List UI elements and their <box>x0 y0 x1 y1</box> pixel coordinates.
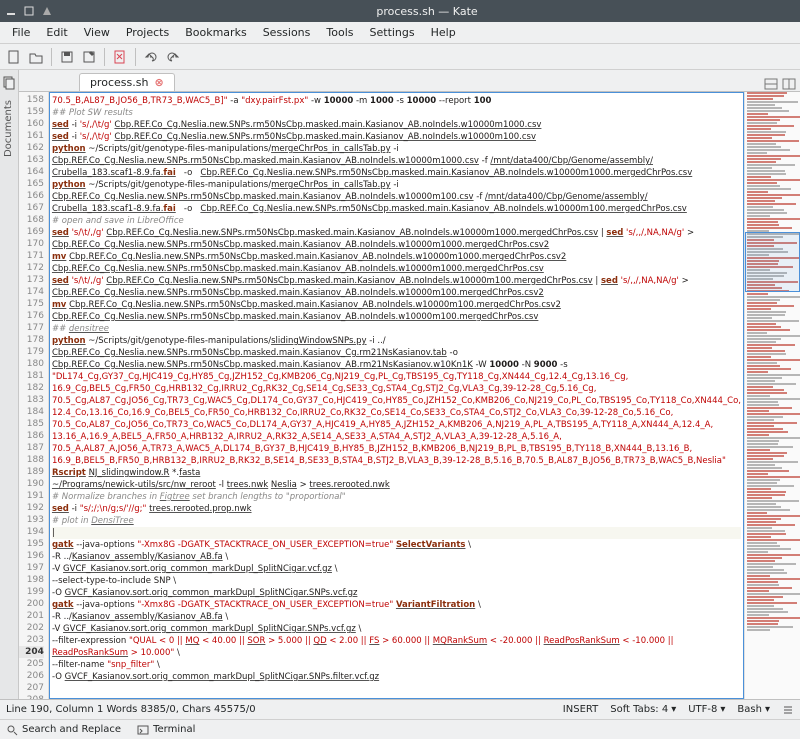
menubar: File Edit View Projects Bookmarks Sessio… <box>0 22 800 44</box>
chevron-down-icon: ▾ <box>720 704 725 715</box>
menu-settings[interactable]: Settings <box>362 24 423 41</box>
maximize-icon[interactable] <box>22 4 36 18</box>
documents-icon[interactable] <box>2 76 16 90</box>
sidebar: Documents <box>0 70 19 699</box>
bottombar: Search and Replace Terminal <box>0 719 800 739</box>
status-encoding[interactable]: UTF-8 ▾ <box>688 704 725 715</box>
minimap[interactable] <box>744 92 800 699</box>
minimize-icon[interactable] <box>4 4 18 18</box>
menu-bookmarks[interactable]: Bookmarks <box>177 24 254 41</box>
search-replace-button[interactable]: Search and Replace <box>6 724 121 736</box>
open-icon[interactable] <box>26 47 46 67</box>
undo-icon[interactable] <box>141 47 161 67</box>
tab-process-sh[interactable]: process.sh ⊗ <box>79 73 175 91</box>
save-icon[interactable] <box>57 47 77 67</box>
menu-help[interactable]: Help <box>423 24 464 41</box>
status-cursor: Line 190, Column 1 Words 8385/0, Chars 4… <box>6 704 256 715</box>
menu-edit[interactable]: Edit <box>38 24 75 41</box>
line-gutter: 1581591601611621631641651661671681691701… <box>19 92 49 699</box>
menu-tools[interactable]: Tools <box>318 24 361 41</box>
window-title: process.sh — Kate <box>58 5 796 18</box>
toolbar <box>0 44 800 70</box>
tab-label: process.sh <box>90 76 148 89</box>
status-mode[interactable]: Bash ▾ <box>737 704 770 715</box>
split-horizontal-icon[interactable] <box>764 77 778 91</box>
close-doc-icon[interactable] <box>110 47 130 67</box>
status-softtabs[interactable]: Soft Tabs: 4 ▾ <box>610 704 676 715</box>
statusbar: Line 190, Column 1 Words 8385/0, Chars 4… <box>0 699 800 719</box>
chevron-down-icon: ▾ <box>671 704 676 715</box>
sidebar-documents-label[interactable]: Documents <box>3 100 14 157</box>
terminal-button[interactable]: Terminal <box>137 724 195 736</box>
new-icon[interactable] <box>4 47 24 67</box>
tabbar: process.sh ⊗ <box>19 70 800 92</box>
minimap-viewport[interactable] <box>745 232 800 292</box>
search-icon <box>6 724 18 736</box>
menu-projects[interactable]: Projects <box>118 24 177 41</box>
split-vertical-icon[interactable] <box>782 77 796 91</box>
settings-icon[interactable] <box>782 704 794 716</box>
save-as-icon[interactable] <box>79 47 99 67</box>
terminal-icon <box>137 724 149 736</box>
titlebar: process.sh — Kate <box>0 0 800 22</box>
chevron-down-icon: ▾ <box>765 704 770 715</box>
app-icon <box>40 4 54 18</box>
menu-view[interactable]: View <box>76 24 118 41</box>
menu-sessions[interactable]: Sessions <box>255 24 319 41</box>
code-area[interactable]: 70.5_B,AL87_B,JO56_B,TR73_B,WAC5_B]" -a … <box>49 92 744 699</box>
menu-file[interactable]: File <box>4 24 38 41</box>
editor[interactable]: 1581591601611621631641651661671681691701… <box>19 92 800 699</box>
tab-close-icon[interactable]: ⊗ <box>154 76 163 89</box>
status-insert[interactable]: INSERT <box>563 704 598 715</box>
redo-icon[interactable] <box>163 47 183 67</box>
